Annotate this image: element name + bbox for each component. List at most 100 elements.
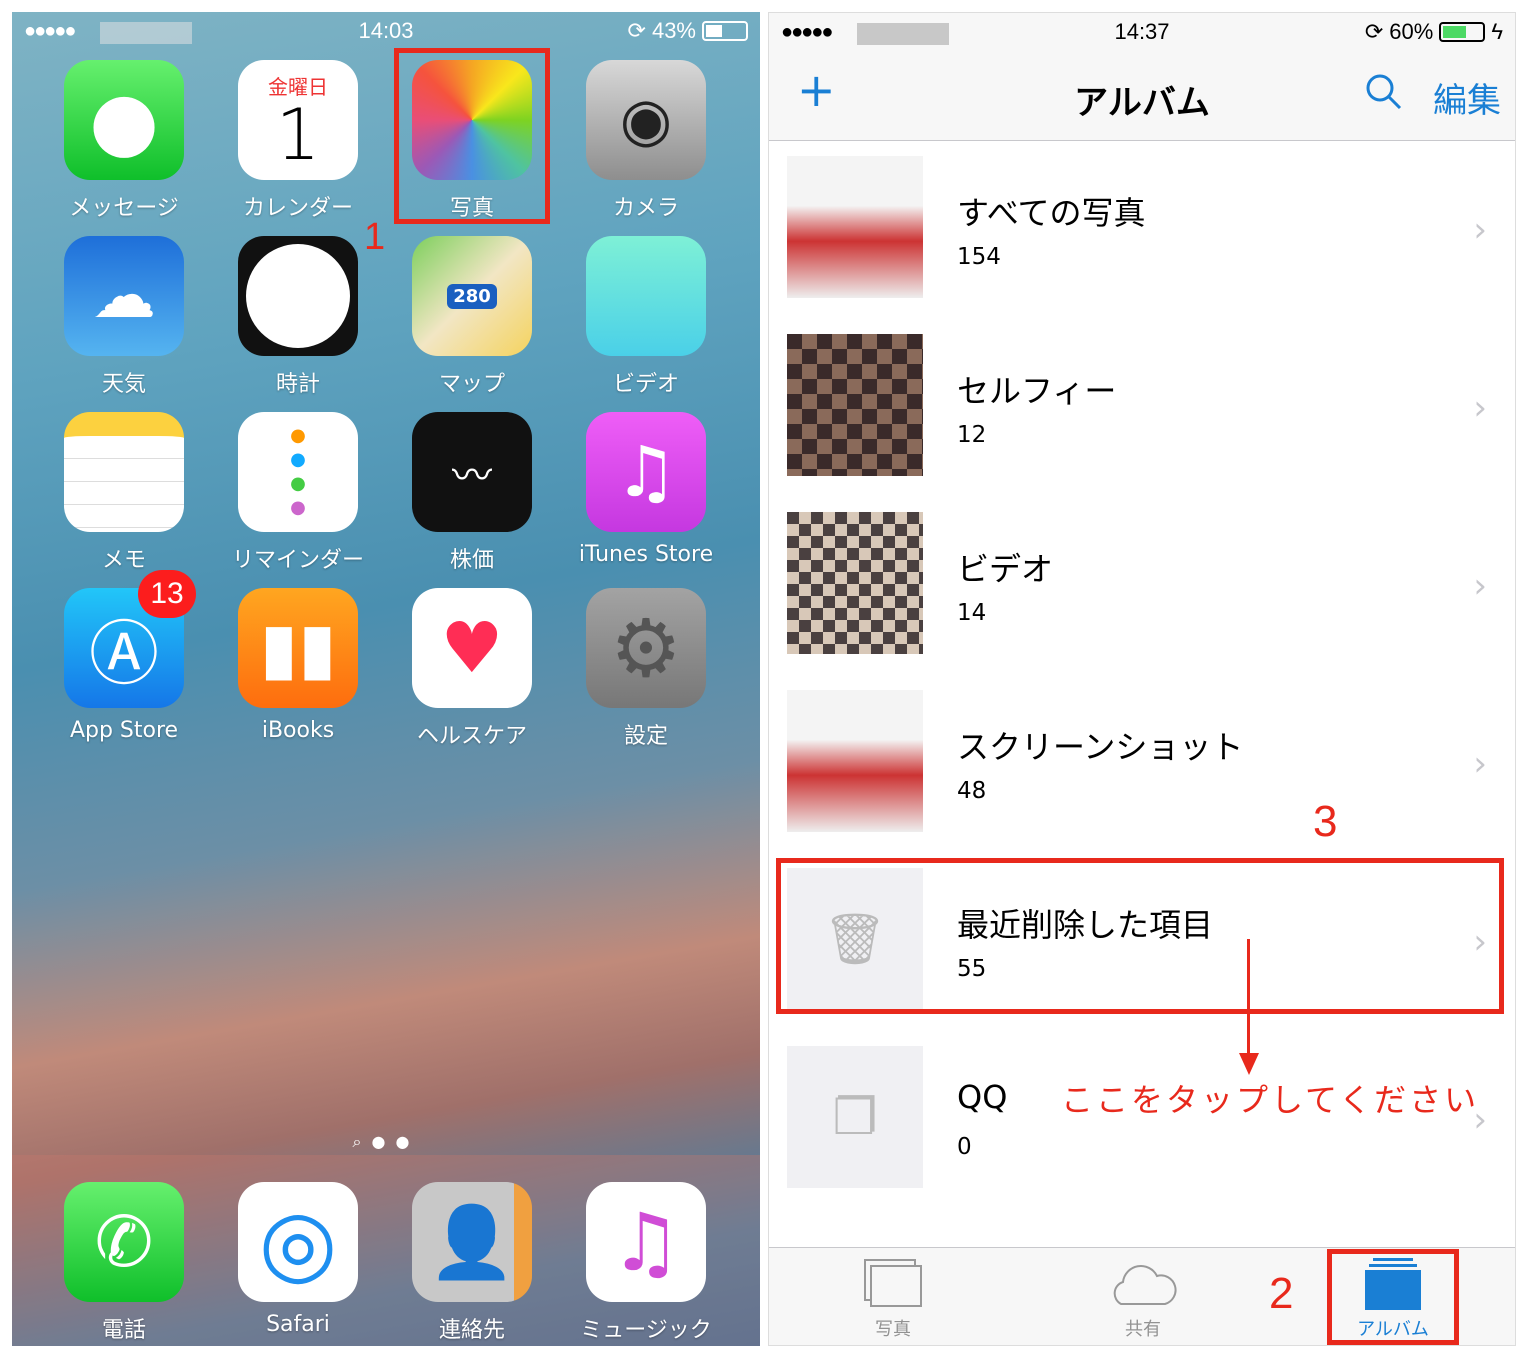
battery-icon	[1439, 22, 1486, 42]
highway-sign: 280	[447, 283, 497, 309]
app-settings[interactable]: ⚙ 設定	[566, 588, 726, 750]
album-title: QQ	[957, 1078, 1008, 1116]
tab-photos[interactable]: 写真	[813, 1258, 973, 1341]
step-label-2: 2	[1269, 1269, 1294, 1318]
battery-percent: 43%	[651, 18, 696, 43]
album-thumbnail	[787, 512, 923, 654]
app-label: 天気	[101, 372, 146, 397]
rotation-lock-icon: ⟳	[1364, 19, 1384, 44]
chevron-right-icon: ›	[1473, 210, 1487, 250]
edit-button[interactable]: 編集	[1433, 73, 1501, 122]
notes-icon	[64, 412, 184, 532]
album-count: 48	[957, 778, 987, 804]
music-icon: ♫	[586, 1182, 706, 1302]
app-label: カメラ	[612, 196, 679, 221]
album-row[interactable]: スクリーンショット 48 ›	[769, 680, 1515, 858]
safari-icon: ◎	[238, 1182, 358, 1302]
app-label: カレンダー	[242, 196, 353, 221]
app-music[interactable]: ♫ ミュージック	[566, 1182, 726, 1344]
album-title: すべての写真	[957, 194, 1146, 232]
album-row[interactable]: ビデオ 14 ›	[769, 502, 1515, 680]
app-clock[interactable]: 時計	[218, 236, 378, 398]
highlight-recently-deleted	[776, 858, 1504, 1014]
photos-tab-icon	[864, 1259, 922, 1307]
camera-icon: ◉	[586, 60, 706, 180]
app-health[interactable]: ♥ ヘルスケア	[392, 588, 552, 750]
app-label: メモ	[101, 548, 146, 573]
app-contacts[interactable]: 👤 連絡先	[392, 1182, 552, 1344]
instruction-text: ここをタップしてください	[1061, 1082, 1480, 1118]
app-ibooks[interactable]: ▮▮ iBooks	[218, 588, 378, 743]
reminders-icon: ● ● ● ●	[238, 412, 358, 532]
rotation-lock-icon: ⟳	[627, 18, 646, 43]
album-row[interactable]: すべての写真 154 ›	[769, 146, 1515, 324]
notification-badge: 13	[138, 570, 196, 618]
app-label: 時計	[275, 372, 320, 397]
clock-icon	[238, 236, 358, 356]
app-safari[interactable]: ◎ Safari	[218, 1182, 378, 1337]
tab-shared[interactable]: 共有	[1063, 1258, 1223, 1341]
app-label: Safari	[266, 1312, 330, 1337]
messages-icon: ●	[64, 60, 184, 180]
app-reminders[interactable]: ● ● ● ● リマインダー	[218, 412, 378, 574]
app-label: ヘルスケア	[416, 724, 527, 749]
maps-icon: 280	[412, 236, 532, 356]
albums-screen: ●●●●● 14:37 ⟳ 60% ϟ + アルバム 編集 すべての写真 154 ›…	[768, 12, 1516, 1346]
page-indicator[interactable]: ⌕●●	[12, 1132, 760, 1152]
album-thumbnail	[787, 690, 923, 832]
status-bar: ●●●●● 14:03 ⟳ 43%	[12, 12, 760, 52]
app-itunes[interactable]: ♫ iTunes Store	[566, 412, 726, 567]
weather-icon: ☁	[64, 236, 184, 356]
itunes-icon: ♫	[586, 412, 706, 532]
album-count: 0	[957, 1134, 972, 1160]
nav-bar: + アルバム 編集	[769, 53, 1515, 141]
settings-icon: ⚙	[586, 588, 706, 708]
app-label: リマインダー	[231, 548, 364, 573]
app-label: 連絡先	[438, 1318, 505, 1343]
arrow-line	[1247, 939, 1250, 1059]
calendar-date: 1	[275, 93, 321, 176]
app-label: App Store	[69, 718, 179, 743]
app-calendar[interactable]: 金曜日 1 カレンダー	[218, 60, 378, 222]
app-label: 設定	[623, 724, 668, 749]
album-thumbnail: ❐	[787, 1046, 923, 1188]
app-phone[interactable]: ✆ 電話	[44, 1182, 204, 1344]
status-bar: ●●●●● 14:37 ⟳ 60% ϟ	[769, 13, 1515, 53]
ibooks-icon: ▮▮	[238, 588, 358, 708]
album-count: 154	[957, 244, 1001, 270]
app-label: 株価	[449, 548, 494, 573]
album-placeholder-icon: ❐	[832, 1088, 878, 1146]
highlight-albums-tab	[1327, 1249, 1459, 1345]
album-row[interactable]: ❐ QQ 0 ›	[769, 1036, 1515, 1214]
app-maps[interactable]: 280 マップ	[392, 236, 552, 398]
app-video[interactable]: ビデオ	[566, 236, 726, 398]
tab-label: 写真	[875, 1319, 911, 1340]
calendar-icon: 金曜日 1	[238, 60, 358, 180]
album-thumbnail	[787, 156, 923, 298]
app-camera[interactable]: ◉ カメラ	[566, 60, 726, 222]
search-icon[interactable]	[1365, 73, 1403, 120]
album-row[interactable]: セルフィー 12 ›	[769, 324, 1515, 502]
app-label: ビデオ	[612, 372, 679, 397]
app-weather[interactable]: ☁ 天気	[44, 236, 204, 398]
highlight-photos	[394, 48, 550, 224]
app-appstore[interactable]: Ⓐ 13 App Store	[44, 570, 204, 743]
app-notes[interactable]: メモ	[44, 412, 204, 574]
home-screen: ●●●●● 14:03 ⟳ 43% ● メッセージ 金曜日 1 カレンダー 写真 ◉ カメラ ☁ 天…	[12, 12, 760, 1346]
app-stocks[interactable]: 〰株価	[392, 412, 552, 574]
app-label: マップ	[438, 372, 505, 397]
cloud-icon	[1113, 1265, 1177, 1305]
contacts-icon: 👤	[412, 1182, 532, 1302]
step-label-3: 3	[1313, 797, 1338, 846]
arrow-head	[1239, 1053, 1259, 1075]
album-thumbnail	[787, 334, 923, 476]
album-title: スクリーンショット	[957, 728, 1244, 766]
health-icon: ♥	[412, 588, 532, 708]
app-label: メッセージ	[69, 196, 179, 221]
battery-percent: 60%	[1389, 19, 1434, 44]
album-count: 14	[957, 600, 987, 626]
album-count: 12	[957, 422, 987, 448]
app-messages[interactable]: ● メッセージ	[44, 60, 204, 222]
tab-label: 共有	[1125, 1319, 1161, 1340]
album-title: ビデオ	[957, 550, 1054, 588]
